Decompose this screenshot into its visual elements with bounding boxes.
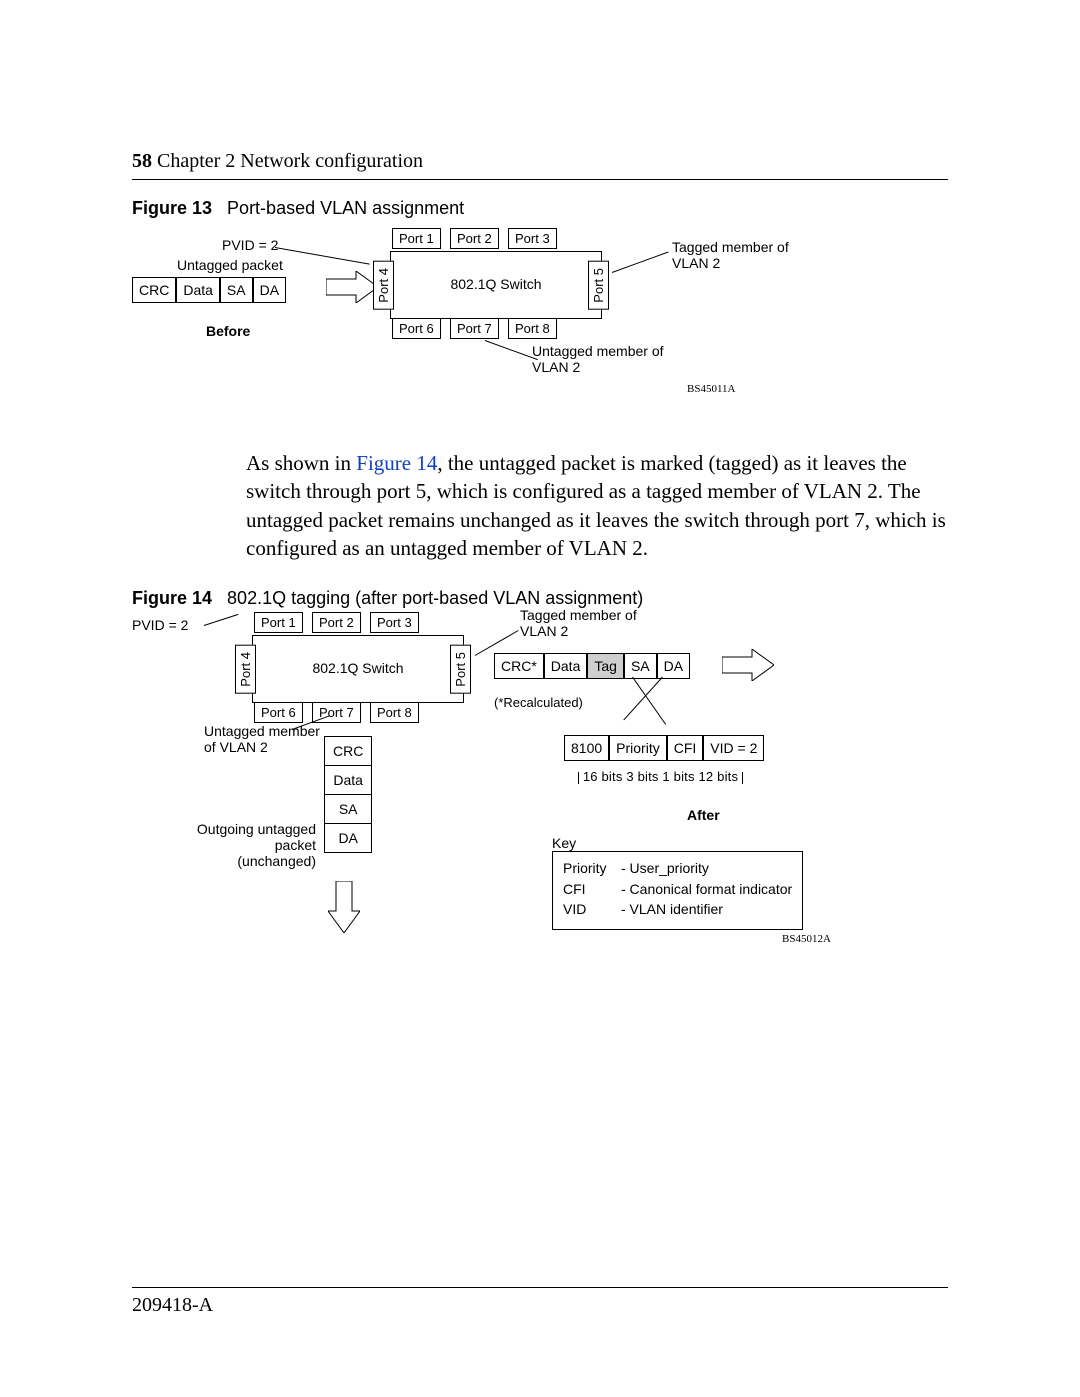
pkt-data: Data — [176, 277, 220, 303]
pkt-crc: CRC — [132, 277, 176, 303]
untagged-member-label: Untagged member of VLAN 2 — [532, 343, 672, 375]
pkt-sa: SA — [624, 653, 657, 679]
leader-line — [612, 252, 669, 273]
port-5: Port 5 — [588, 261, 609, 310]
port-1: Port 1 — [254, 612, 303, 633]
figure14-link[interactable]: Figure 14 — [356, 451, 437, 475]
port-6: Port 6 — [254, 702, 303, 723]
port-7: Port 7 — [312, 702, 361, 723]
document-id: 209418-A — [132, 1294, 213, 1316]
pkt-tag: Tag — [587, 653, 624, 679]
tag-priority: Priority — [609, 735, 667, 761]
port-6: Port 6 — [392, 318, 441, 339]
port-4: Port 4 — [235, 645, 256, 694]
key-row: VID- VLAN identifier — [563, 899, 792, 919]
figure14-title: 802.1Q tagging (after port-based VLAN as… — [227, 588, 643, 608]
key-label: Key — [552, 835, 576, 851]
figure13-ref: BS45011A — [687, 383, 736, 395]
figure14-caption: Figure 14 802.1Q tagging (after port-bas… — [132, 588, 948, 609]
bit-widths-text: 16 bits 3 bits 1 bits 12 bits — [583, 769, 738, 784]
page-header: 58 Chapter 2 Network configuration — [132, 0, 948, 180]
figure14-diagram: PVID = 2 Tagged member of VLAN 2 802.1Q … — [132, 617, 948, 1017]
port-2: Port 2 — [312, 612, 361, 633]
tagged-member-label: Tagged member of VLAN 2 — [672, 239, 812, 271]
port-3: Port 3 — [370, 612, 419, 633]
outgoing-note: Outgoing untagged packet (unchanged) — [196, 821, 316, 869]
port-7: Port 7 — [450, 318, 499, 339]
leader-line — [632, 677, 666, 725]
before-label: Before — [206, 323, 250, 339]
pvid-label: PVID = 2 — [132, 617, 188, 633]
recalculated-note: (*Recalculated) — [494, 695, 583, 710]
para-pre: As shown in — [246, 451, 356, 475]
key-right: - User_priority — [621, 860, 709, 876]
arrow-right-icon — [722, 649, 774, 681]
pkt-crc: CRC* — [494, 653, 544, 679]
arrow-right-icon — [326, 271, 378, 303]
figure13-caption: Figure 13 Port-based VLAN assignment — [132, 198, 948, 219]
pkt-data: Data — [324, 765, 372, 795]
pkt-crc: CRC — [324, 736, 372, 766]
port-8: Port 8 — [370, 702, 419, 723]
pkt-sa: SA — [220, 277, 253, 303]
key-right: - VLAN identifier — [621, 901, 723, 917]
key-right: - Canonical format indicator — [621, 881, 792, 897]
leader-line — [204, 614, 239, 626]
page-footer: 209418-A — [132, 1287, 948, 1317]
tagged-member-label: Tagged member of VLAN 2 — [520, 607, 660, 639]
port-1: Port 1 — [392, 228, 441, 249]
figure14-ref: BS45012A — [782, 933, 831, 945]
key-row: Priority- User_priority — [563, 858, 792, 878]
leader-line — [485, 340, 538, 360]
figure13-label: Figure 13 — [132, 198, 212, 218]
pkt-da: DA — [324, 823, 372, 853]
figure14-label: Figure 14 — [132, 588, 212, 608]
untagged-member-label: Untagged member of VLAN 2 — [204, 723, 324, 755]
switch-label: 802.1Q Switch — [391, 276, 601, 292]
key-left: CFI — [563, 879, 621, 899]
leader-line — [275, 247, 370, 265]
port-4: Port 4 — [373, 261, 394, 310]
switch-label: 802.1Q Switch — [253, 660, 463, 676]
outgoing-untagged-packet: CRC Data SA DA — [324, 737, 372, 853]
port-2: Port 2 — [450, 228, 499, 249]
key-box: Priority- User_priority CFI- Canonical f… — [552, 851, 803, 930]
arrow-down-icon — [328, 881, 360, 933]
port-5: Port 5 — [450, 645, 471, 694]
pvid-label: PVID = 2 — [222, 237, 278, 253]
switch-box: 802.1Q Switch — [252, 635, 464, 703]
pkt-da: DA — [253, 277, 286, 303]
outgoing-tagged-packet: CRC* Data Tag SA DA — [494, 653, 690, 679]
tag-cfi: CFI — [667, 735, 704, 761]
key-row: CFI- Canonical format indicator — [563, 879, 792, 899]
bit-widths: 16 bits 3 bits 1 bits 12 bits — [578, 769, 743, 784]
pkt-sa: SA — [324, 794, 372, 824]
leader-line — [623, 677, 663, 721]
chapter-title: Chapter 2 Network configuration — [157, 150, 423, 172]
tag-tpid: 8100 — [564, 735, 609, 761]
figure13-diagram: PVID = 2 Untagged packet CRC Data SA DA … — [132, 227, 948, 427]
page-number: 58 — [132, 150, 152, 172]
untagged-packet-label: Untagged packet — [177, 257, 283, 273]
page: 58 Chapter 2 Network configuration Figur… — [0, 0, 1080, 1397]
tag-fields: 8100 Priority CFI VID = 2 — [564, 735, 764, 761]
after-label: After — [687, 807, 720, 823]
switch-box: 802.1Q Switch — [390, 251, 602, 319]
body-paragraph: As shown in Figure 14, the untagged pack… — [246, 449, 948, 562]
figure13-title: Port-based VLAN assignment — [227, 198, 464, 218]
port-8: Port 8 — [508, 318, 557, 339]
port-3: Port 3 — [508, 228, 557, 249]
pkt-data: Data — [544, 653, 588, 679]
key-left: Priority — [563, 858, 621, 878]
tag-vid: VID = 2 — [703, 735, 764, 761]
key-left: VID — [563, 899, 621, 919]
incoming-packet: CRC Data SA DA — [132, 277, 286, 303]
